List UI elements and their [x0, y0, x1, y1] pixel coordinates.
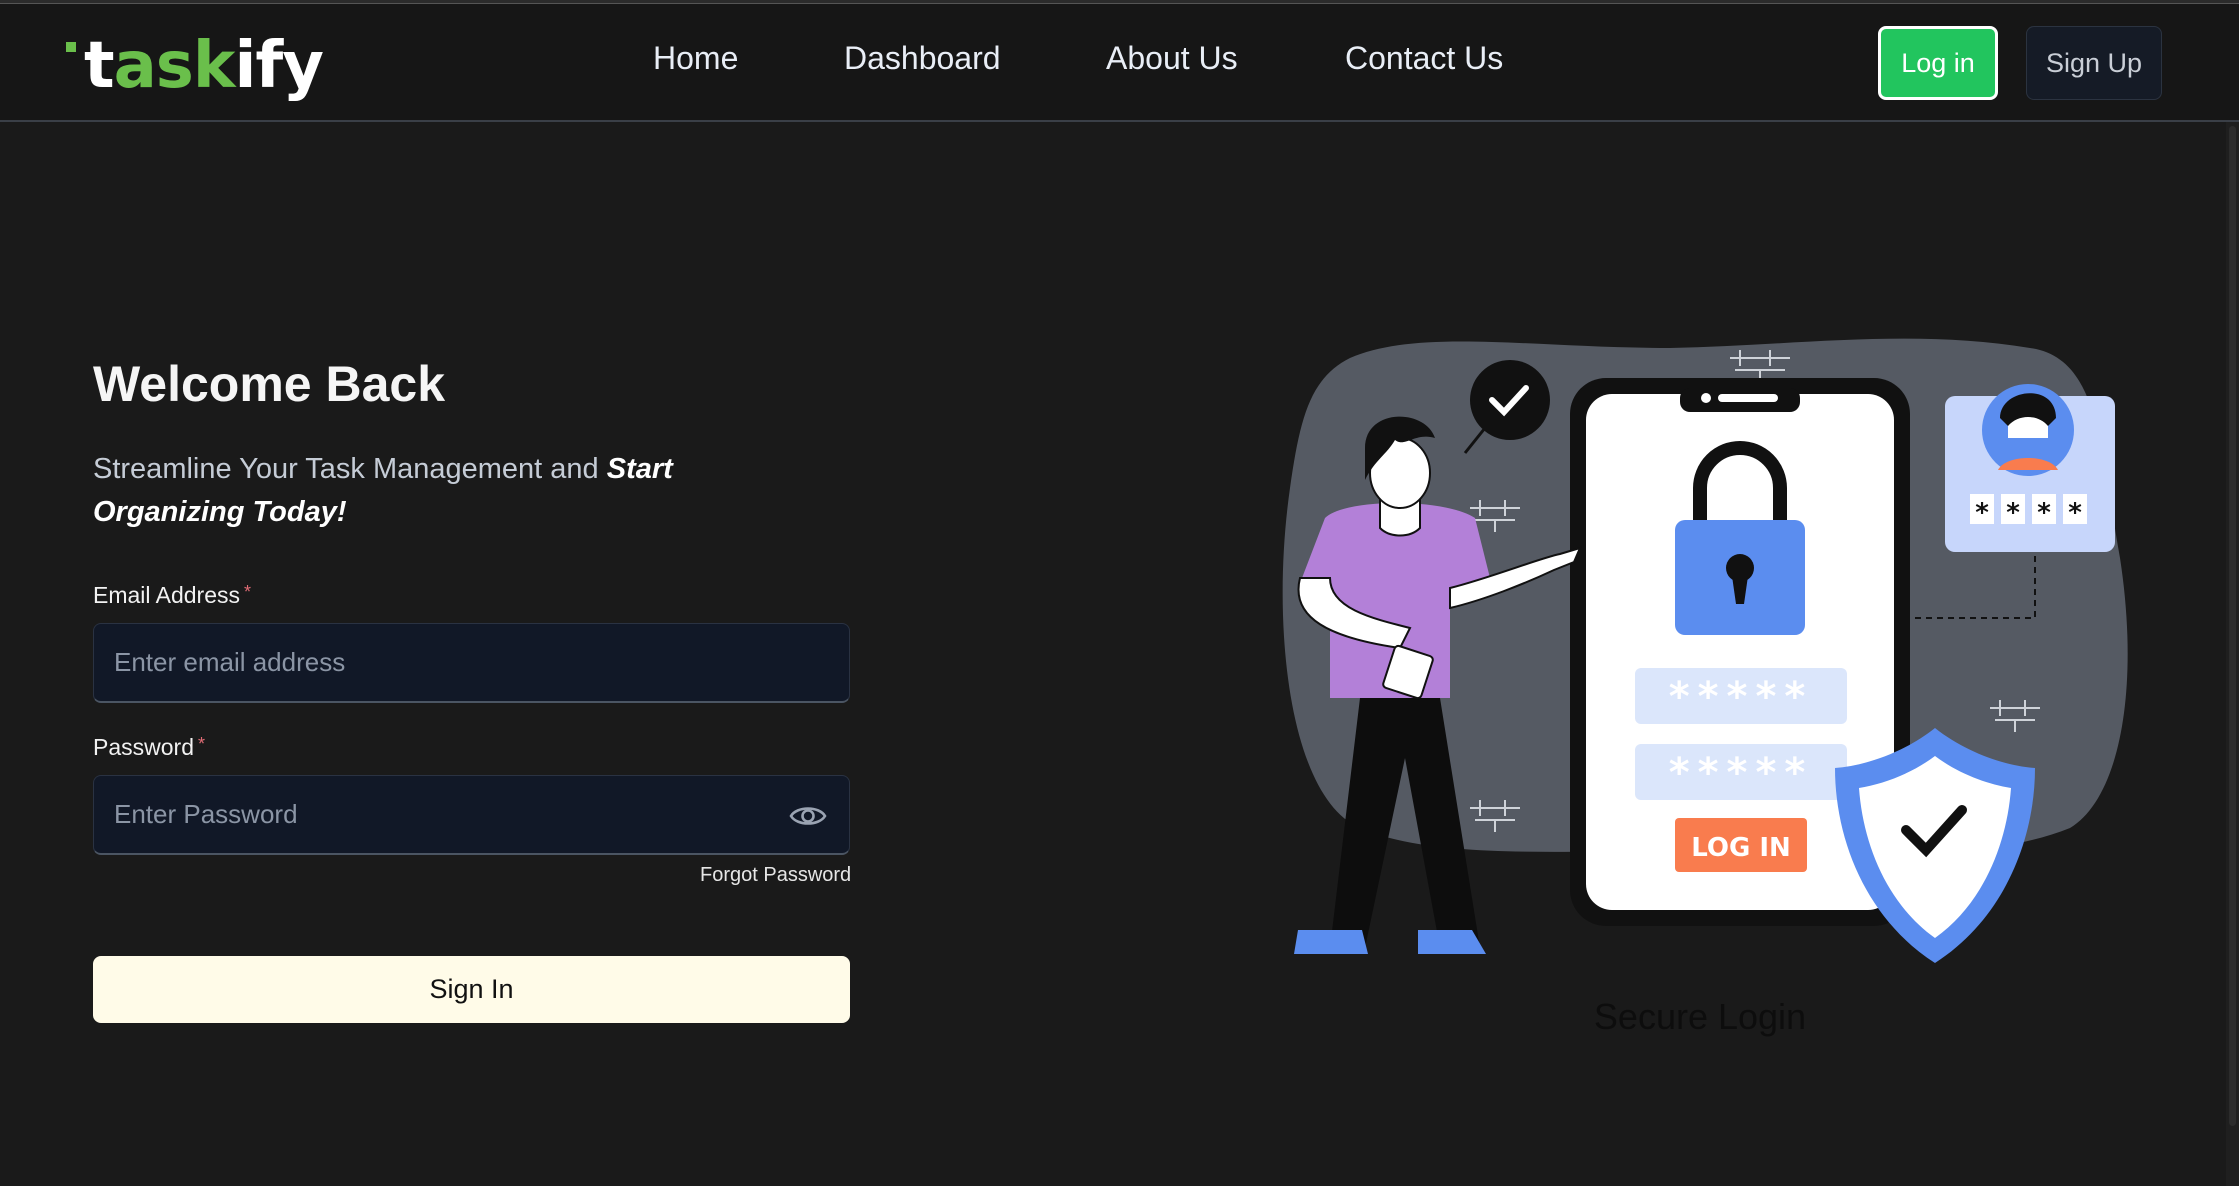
- logo-accent-dot: [66, 42, 76, 52]
- email-placeholder: Enter email address: [114, 647, 346, 677]
- navbar: taskify Home Dashboard About Us Contact …: [0, 4, 2239, 122]
- eye-icon[interactable]: [789, 798, 827, 834]
- password-field[interactable]: Enter Password: [93, 775, 850, 855]
- signup-button[interactable]: Sign Up: [2026, 26, 2162, 100]
- nav-link-home[interactable]: Home: [653, 40, 738, 77]
- svg-text:*: *: [2006, 498, 2020, 528]
- password-label: Password *: [93, 734, 205, 760]
- svg-text:*****: *****: [1669, 750, 1814, 796]
- svg-text:LOG IN: LOG IN: [1691, 833, 1791, 863]
- svg-text:*: *: [2037, 498, 2051, 528]
- forgot-password-link[interactable]: Forgot Password: [700, 864, 851, 887]
- required-marker: *: [197, 734, 205, 754]
- nav-link-contact-us[interactable]: Contact Us: [1345, 40, 1503, 77]
- required-marker: *: [244, 582, 252, 602]
- sign-in-button[interactable]: Sign In: [93, 956, 850, 1023]
- svg-text:*****: *****: [1669, 674, 1814, 720]
- secure-login-illustration: ***** ***** LOG IN * * * *: [1282, 338, 2128, 963]
- svg-text:*: *: [2068, 498, 2082, 528]
- nav-link-about-us[interactable]: About Us: [1106, 40, 1238, 77]
- email-label: Email Address *: [93, 582, 252, 608]
- login-button[interactable]: Log in: [1878, 26, 1998, 100]
- check-bubble: [1470, 360, 1550, 440]
- illustration-caption: Secure Login: [1593, 996, 1807, 1037]
- taskify-logo[interactable]: taskify: [64, 16, 324, 116]
- logo-wordmark: taskify: [84, 29, 324, 103]
- email-field[interactable]: Enter email address: [93, 623, 850, 703]
- svg-text:*: *: [1975, 498, 1989, 528]
- scrollbar-thumb[interactable]: [2229, 126, 2236, 1126]
- password-placeholder: Enter Password: [114, 799, 298, 829]
- nav-link-dashboard[interactable]: Dashboard: [844, 40, 1001, 77]
- page-subtitle: Streamline Your Task Management and Star…: [93, 453, 673, 528]
- page-title: Welcome Back: [93, 356, 446, 412]
